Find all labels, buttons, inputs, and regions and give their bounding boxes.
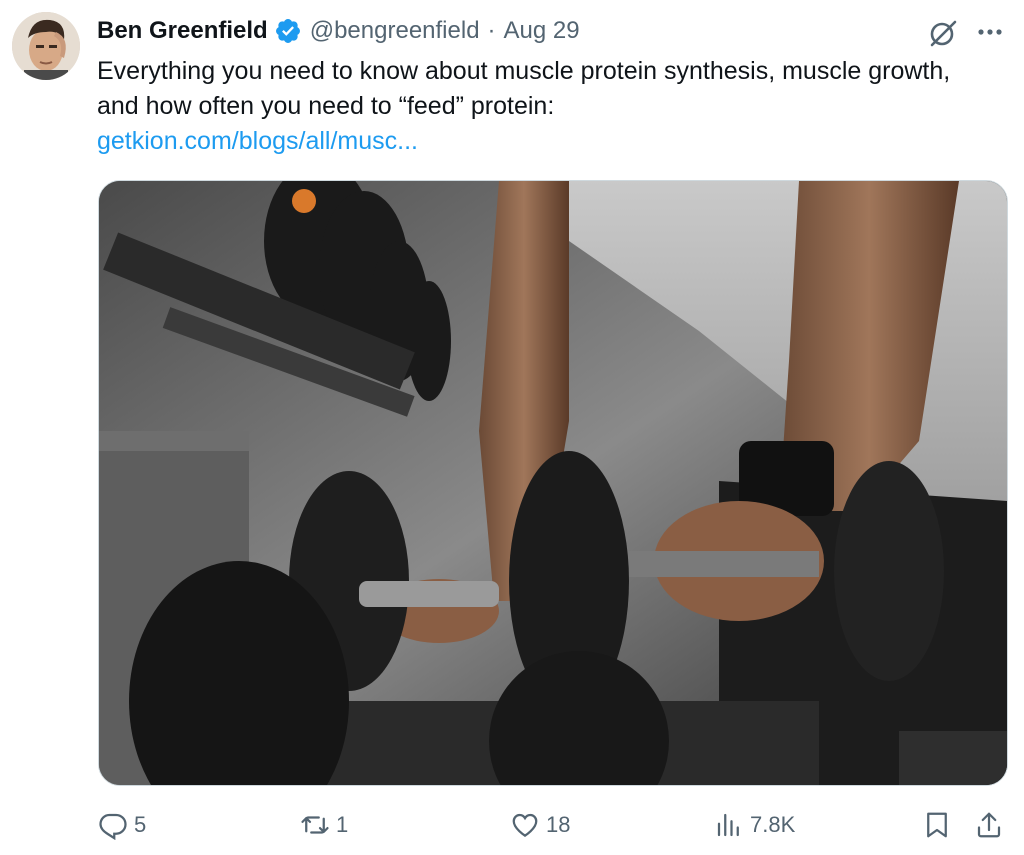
repost-icon [301, 816, 329, 834]
dumbbell-photo [99, 181, 1007, 785]
repost-count: 1 [336, 812, 349, 837]
author-name[interactable]: Ben Greenfield [97, 17, 268, 45]
verified-badge-icon [275, 19, 300, 43]
tweet-text: Everything you need to know about muscle… [97, 57, 951, 120]
bookmark-icon [927, 812, 947, 838]
tweet-link[interactable]: getkion.com/blogs/all/musc... [97, 124, 418, 159]
reply-button[interactable]: 5 [98, 804, 146, 846]
share-button[interactable] [974, 804, 1004, 846]
repost-button[interactable]: 1 [300, 804, 348, 846]
tweet-media-image[interactable] [98, 180, 1008, 786]
like-button[interactable]: 18 [510, 804, 570, 846]
heart-icon [512, 813, 538, 837]
tweet-header: Ben Greenfield @bengreenfield · Aug 29 [97, 14, 580, 48]
header-separator: · [487, 17, 496, 44]
views-button[interactable]: 7.8K [714, 804, 795, 846]
views-count: 7.8K [750, 812, 796, 837]
share-icon [977, 812, 1001, 838]
grok-icon[interactable] [926, 16, 960, 50]
avatar[interactable] [12, 12, 80, 80]
tweet-date[interactable]: Aug 29 [504, 17, 580, 45]
reply-icon [99, 813, 127, 840]
views-chart-icon [717, 813, 739, 837]
bookmark-button[interactable] [922, 804, 952, 846]
tweet-actions-bar: 5 1 18 7.8K [0, 804, 1024, 846]
reply-count: 5 [134, 812, 147, 837]
like-count: 18 [546, 812, 571, 837]
author-handle[interactable]: @bengreenfield [310, 17, 480, 45]
avatar-image [12, 12, 80, 80]
more-dots-icon[interactable] [972, 14, 1008, 50]
